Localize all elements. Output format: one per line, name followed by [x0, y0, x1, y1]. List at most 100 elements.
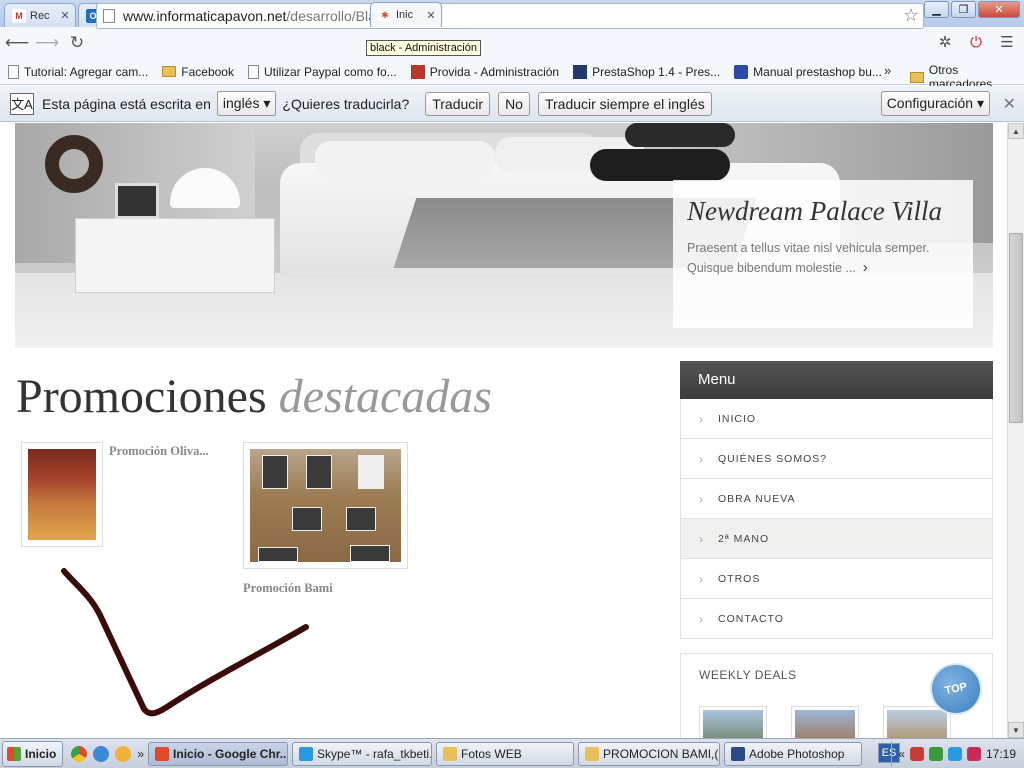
scroll-down-icon[interactable]: ▼: [1008, 722, 1024, 738]
joomla-icon: [410, 64, 425, 79]
clock: 17:19: [985, 747, 1016, 761]
chrome-icon[interactable]: [71, 745, 88, 762]
tab-close-icon[interactable]: ✕: [425, 9, 437, 22]
address-bar[interactable]: www.informaticapavon.net/desarrollo/Bla …: [96, 3, 924, 29]
tab-label: Inic: [396, 9, 414, 21]
messenger-tray-icon[interactable]: [947, 747, 962, 761]
system-tray: « 17:19: [891, 741, 1024, 767]
wrench-menu-icon[interactable]: ☰: [996, 31, 1018, 53]
extension-bug-icon[interactable]: ✲: [934, 31, 956, 53]
security-icon[interactable]: [928, 747, 943, 761]
extension-power-icon[interactable]: ⏻: [965, 31, 987, 53]
bookmark-item[interactable]: Utilizar Paypal como fo...: [247, 64, 397, 79]
menu-item-label: OTROS: [718, 572, 761, 585]
hand-drawn-checkmark: [61, 568, 309, 717]
bookmark-item[interactable]: Facebook: [162, 65, 234, 79]
taskbar-task[interactable]: Inicio - Google Chr...: [148, 741, 289, 766]
menu-item-label: CONTACTO: [718, 612, 784, 625]
page-icon: [247, 64, 259, 79]
browser-tab[interactable]: M Rec ✕: [4, 3, 76, 27]
deal-thumbnail[interactable]: [699, 706, 767, 738]
promotion-image: [250, 449, 401, 562]
minimize-button[interactable]: ▁: [924, 1, 949, 18]
tray-expand-icon[interactable]: «: [898, 747, 905, 761]
bookmarks-overflow-chevron[interactable]: »: [884, 63, 891, 78]
bookmark-label: Provida - Administración: [429, 64, 560, 79]
forward-icon[interactable]: ⟶: [34, 30, 60, 56]
scrollbar-thumb[interactable]: [1009, 233, 1023, 423]
maximize-button[interactable]: ❐: [951, 1, 976, 18]
task-label: Skype™ - rafa_tkbeti...: [317, 746, 433, 761]
hero-title[interactable]: Newdream Palace Villa: [687, 198, 959, 225]
bookmark-label: Tutorial: Agregar cam...: [24, 64, 149, 79]
volume-icon[interactable]: [966, 747, 981, 761]
menu-item[interactable]: › OTROS: [680, 559, 993, 599]
bookmark-star-icon[interactable]: ☆: [903, 5, 919, 26]
scroll-up-icon[interactable]: ▲: [1008, 123, 1024, 139]
task-label: Inicio - Google Chr...: [173, 746, 289, 761]
folder-icon: [162, 66, 177, 77]
quick-launch-overflow-icon[interactable]: »: [137, 747, 144, 761]
bookmark-item[interactable]: Manual prestashop bu...: [734, 64, 882, 79]
translate-button[interactable]: Traducir: [425, 91, 491, 116]
read-more-icon[interactable]: ›: [863, 259, 868, 276]
chevron-right-icon: ›: [699, 611, 704, 626]
taskbar-task[interactable]: Adobe Photoshop: [724, 741, 863, 766]
menu-item[interactable]: › OBRA NUEVA: [680, 479, 993, 519]
bookmark-label: Utilizar Paypal como fo...: [263, 64, 397, 79]
url-host: www.informaticapavon.net: [123, 8, 287, 24]
tab-tooltip: black - Administración: [366, 40, 481, 56]
page-icon: [8, 64, 19, 79]
url-path: /desarrollo/Bla: [286, 8, 376, 24]
hero-caption: Newdream Palace Villa Praesent a tellus …: [673, 180, 973, 328]
back-icon[interactable]: ⟵: [4, 30, 30, 56]
chevron-right-icon: ›: [699, 491, 704, 506]
menu-item[interactable]: › QUIÉNES SOMOS?: [680, 439, 993, 479]
page-scrollbar[interactable]: ▲ ▼: [1007, 123, 1024, 738]
bookmark-item[interactable]: PrestaShop 1.4 - Pres...: [573, 64, 720, 79]
bookmark-item[interactable]: Provida - Administración: [410, 64, 560, 79]
deal-thumbnail[interactable]: [791, 706, 859, 738]
windows-logo-icon: [7, 746, 21, 761]
translate-prefix: Esta página está escrita en: [42, 95, 211, 112]
close-infobar-icon[interactable]: ✕: [1003, 94, 1016, 114]
task-app-icon: [731, 746, 746, 761]
translate-config-button[interactable]: Configuración ▾: [880, 91, 990, 116]
start-button[interactable]: Inicio: [2, 740, 64, 767]
taskbar-task[interactable]: PROMOCION BAMI,(...: [578, 741, 721, 766]
language-select[interactable]: inglés ▾: [216, 91, 277, 116]
menu-item[interactable]: › CONTACTO: [680, 599, 993, 639]
window-controls: ▁ ❐ ✕: [924, 1, 1020, 18]
close-window-button[interactable]: ✕: [978, 1, 1020, 18]
reload-icon[interactable]: ↻: [64, 30, 90, 56]
taskbar-task[interactable]: Fotos WEB: [436, 741, 575, 766]
tab-label: Rec: [30, 9, 50, 22]
task-list: Inicio - Google Chr... Skype™ - rafa_tkbe…: [144, 741, 863, 766]
menu-item[interactable]: › INICIO: [680, 399, 993, 439]
task-label: Fotos WEB: [461, 746, 522, 761]
always-translate-button[interactable]: Traducir siempre el inglés: [537, 91, 712, 116]
messenger-icon[interactable]: [115, 745, 132, 762]
menu-heading: Menu: [680, 361, 993, 399]
browser-tab[interactable]: ✱ Inic ✕: [370, 2, 442, 27]
os-taskbar: Inicio » Inicio - Google Chr... Skype™ - …: [0, 738, 1024, 768]
menu-item-label: 2ª MANO: [718, 532, 770, 545]
promotion-thumbnail[interactable]: [21, 442, 103, 547]
deals-heading: WEEKLY DEALS: [699, 668, 797, 682]
ie-icon[interactable]: [93, 745, 110, 762]
chevron-right-icon: ›: [699, 571, 704, 586]
page-icon: [103, 9, 115, 23]
menu-item[interactable]: › 2ª MANO: [680, 519, 993, 559]
section-title-plain: Promociones: [16, 370, 267, 423]
tab-close-icon[interactable]: ✕: [59, 9, 71, 22]
translate-infobar: 文A Esta página está escrita en inglés ▾ …: [0, 86, 1024, 122]
no-translate-button[interactable]: No: [498, 91, 530, 116]
promotion-thumbnail[interactable]: [243, 442, 408, 569]
bookmark-item[interactable]: Tutorial: Agregar cam...: [8, 64, 149, 79]
network-icon[interactable]: [909, 747, 924, 761]
menu-item-label: INICIO: [718, 412, 757, 425]
taskbar-task[interactable]: Skype™ - rafa_tkbeti...: [292, 741, 433, 766]
promotion-title[interactable]: Promoción Oliva...: [109, 444, 209, 459]
task-app-icon: [299, 746, 314, 761]
hero-text: Praesent a tellus vitae nisl vehicula se…: [687, 239, 959, 278]
